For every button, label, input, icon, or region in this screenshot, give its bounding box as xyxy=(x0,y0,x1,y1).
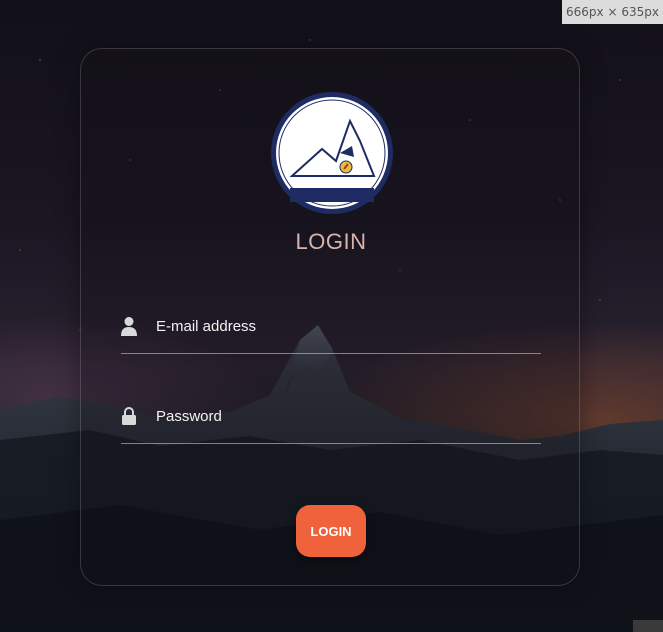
email-placeholder: E-mail address xyxy=(156,318,257,335)
user-icon xyxy=(121,317,137,336)
email-field[interactable]: E-mail address xyxy=(121,313,541,354)
viewport-size-indicator: 666px × 635px xyxy=(562,0,663,24)
login-button[interactable]: LOGIN xyxy=(296,505,366,557)
password-placeholder: Password xyxy=(156,408,222,425)
login-card: LOGIN E-mail address Password LOGIN xyxy=(80,48,580,586)
login-title: LOGIN xyxy=(295,229,367,254)
lock-icon xyxy=(122,407,136,425)
club-logo xyxy=(270,91,394,215)
corner-badge xyxy=(633,620,663,632)
club-emblem-icon xyxy=(271,92,393,214)
password-field[interactable]: Password xyxy=(121,403,541,444)
